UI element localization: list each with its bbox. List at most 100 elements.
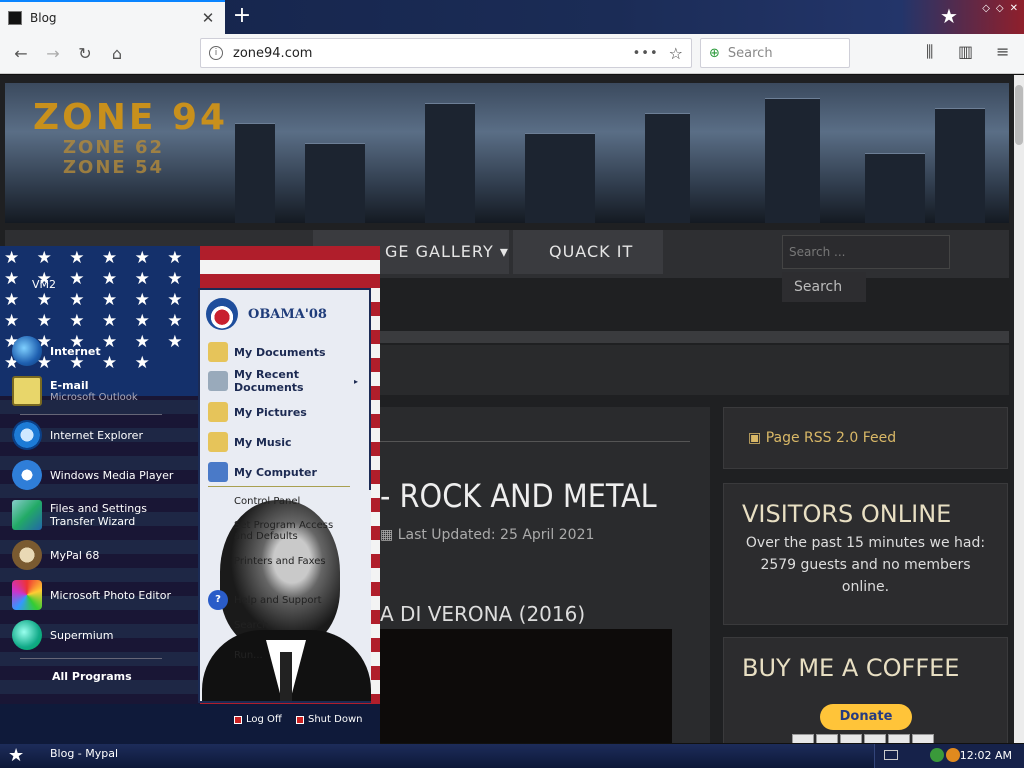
pinned-email-sub: Microsoft Outlook	[50, 392, 138, 403]
logo-main: ZONE 94	[33, 97, 229, 138]
brand-name: OBAMA'08	[248, 306, 327, 322]
recent-label: Microsoft Photo Editor	[50, 588, 171, 602]
right-label: Help and Support	[234, 594, 322, 606]
back-icon[interactable]: ←	[8, 42, 34, 68]
recent-label: Windows Media Player	[50, 468, 174, 482]
media-player-icon	[12, 460, 42, 490]
shutdown-button[interactable]: Shut Down	[296, 714, 362, 725]
maximize-icon[interactable]: ◇	[996, 3, 1004, 14]
pinned-internet[interactable]: Internet	[12, 336, 101, 366]
site-logo[interactable]: ZONE 94 ZONE 62 ZONE 54	[33, 97, 228, 178]
pictures-folder-icon	[208, 402, 228, 422]
article-divider	[380, 441, 690, 442]
article-image	[380, 629, 672, 743]
recent-supermium[interactable]: Supermium	[12, 620, 114, 650]
site-search-input[interactable]: Search ...	[782, 235, 950, 269]
bookmark-star-icon[interactable]: ☆	[669, 44, 683, 63]
sidebar-icon[interactable]: ▥	[958, 42, 973, 61]
menu-icon[interactable]: ≡	[996, 42, 1009, 61]
right-set-program-access[interactable]: Set Program Access and Defaults	[208, 520, 354, 542]
start-button[interactable]: ★	[8, 745, 24, 766]
pinned-email-label: E-mail	[50, 379, 89, 392]
close-window-icon[interactable]: ✕	[1010, 3, 1018, 14]
separator	[20, 414, 162, 415]
start-bottom-bar: Log Off Shut Down	[0, 704, 380, 744]
nav-quack-it[interactable]: QUACK IT	[513, 230, 663, 274]
start-right-column: OBAMA'08 My Documents My Recent Document…	[198, 288, 371, 703]
music-folder-icon	[208, 432, 228, 452]
recent-photo-editor[interactable]: Microsoft Photo Editor	[12, 580, 171, 610]
right-help[interactable]: ? Help and Support	[208, 590, 322, 610]
taskbar: ★ Blog - Mypal 12:02 AM	[0, 744, 1024, 768]
page-actions-icon[interactable]: •••	[633, 46, 659, 61]
separator	[20, 658, 162, 659]
chevron-right-icon: ▸	[354, 376, 359, 386]
star-icon: ★	[940, 4, 958, 28]
recent-windows-media-player[interactable]: Windows Media Player	[12, 460, 173, 490]
supermium-icon	[12, 620, 42, 650]
right-run[interactable]: Run...	[208, 650, 263, 661]
right-control-panel[interactable]: Control Panel	[208, 496, 300, 507]
reload-icon[interactable]: ↻	[72, 42, 98, 68]
library-icon[interactable]: ⫼	[926, 42, 933, 62]
flag-canton: ★ ★ ★ ★ ★ ★ ★ ★ ★ ★ ★ ★ ★ ★ ★ ★ ★ ★ ★ ★ …	[0, 246, 200, 396]
user-name: VM2	[32, 278, 57, 291]
photo-editor-icon	[12, 580, 42, 610]
right-printers[interactable]: Printers and Faxes	[208, 556, 326, 567]
forward-icon[interactable]: →	[40, 42, 66, 68]
url-bar[interactable]: i zone94.com ••• ☆	[200, 38, 692, 68]
browser-search-input[interactable]: ⊕ Search	[700, 38, 850, 68]
rss-link[interactable]: Page RSS 2.0 Feed	[766, 430, 896, 446]
right-my-recent-documents[interactable]: My Recent Documents ▸	[208, 368, 358, 394]
article-subheading[interactable]: A DI VERONA (2016)	[380, 602, 585, 626]
logoff-icon	[234, 715, 242, 724]
close-tab-icon[interactable]: ✕	[199, 9, 217, 27]
calendar-icon: ▦	[380, 527, 398, 543]
recent-label: Internet Explorer	[50, 428, 143, 442]
logoff-label: Log Off	[246, 714, 282, 725]
article-updated-text: Last Updated: 25 April 2021	[397, 527, 595, 543]
site-search-button[interactable]: Search	[782, 272, 866, 302]
logoff-button[interactable]: Log Off	[234, 714, 282, 725]
donate-button[interactable]: Donate	[820, 704, 912, 730]
page-scrollbar[interactable]	[1014, 75, 1024, 743]
recent-docs-icon	[208, 371, 228, 391]
scrollbar-thumb[interactable]	[1015, 85, 1023, 145]
tab-blog[interactable]: Blog ✕	[0, 0, 225, 34]
shutdown-label: Shut Down	[308, 714, 363, 725]
home-icon[interactable]: ⌂	[104, 42, 130, 68]
right-label: My Recent Documents	[234, 368, 304, 394]
network-icon[interactable]	[930, 748, 944, 762]
browser-navbar: ← → ↻ ⌂ i zone94.com ••• ☆ ⊕ Search ⫼ ▥ …	[0, 34, 1024, 74]
right-my-computer[interactable]: My Computer	[208, 462, 317, 482]
search-icon[interactable]	[946, 748, 960, 762]
folder-icon	[208, 342, 228, 362]
right-label: Set Program Access and Defaults	[234, 520, 334, 542]
info-icon[interactable]: i	[209, 46, 223, 60]
keyboard-icon[interactable]	[884, 750, 898, 760]
taskbar-item-blog[interactable]: Blog - Mypal	[50, 747, 118, 760]
pinned-email[interactable]: E-mail Microsoft Outlook	[12, 376, 138, 406]
globe-icon	[12, 336, 42, 366]
recent-label: MyPal 68	[50, 548, 100, 562]
tab-title: Blog	[30, 11, 57, 25]
all-programs-button[interactable]: All Programs	[52, 670, 132, 683]
right-my-documents[interactable]: My Documents	[208, 342, 326, 362]
right-my-pictures[interactable]: My Pictures	[208, 402, 307, 422]
recent-mypal[interactable]: MyPal 68	[12, 540, 99, 570]
right-search[interactable]: Search	[208, 620, 268, 631]
recent-label: Files and Settings Transfer Wizard	[50, 502, 147, 528]
right-my-music[interactable]: My Music	[208, 432, 292, 452]
recent-internet-explorer[interactable]: Internet Explorer	[12, 420, 143, 450]
computer-icon	[208, 462, 228, 482]
coffee-box: BUY ME A COFFEE Donate	[723, 637, 1008, 743]
recent-label: Supermium	[50, 628, 114, 642]
browser-titlebar: Blog ✕ + ★ ◇ ◇ ✕	[0, 0, 1024, 34]
new-tab-button[interactable]: +	[230, 5, 254, 29]
minimize-icon[interactable]: ◇	[982, 3, 990, 14]
internet-explorer-icon	[12, 420, 42, 450]
clock: 12:02 AM	[959, 749, 1012, 762]
right-label: My Computer	[234, 465, 317, 479]
site-banner: ZONE 94 ZONE 62 ZONE 54	[5, 83, 1009, 223]
recent-transfer-wizard[interactable]: Files and Settings Transfer Wizard	[12, 500, 150, 530]
